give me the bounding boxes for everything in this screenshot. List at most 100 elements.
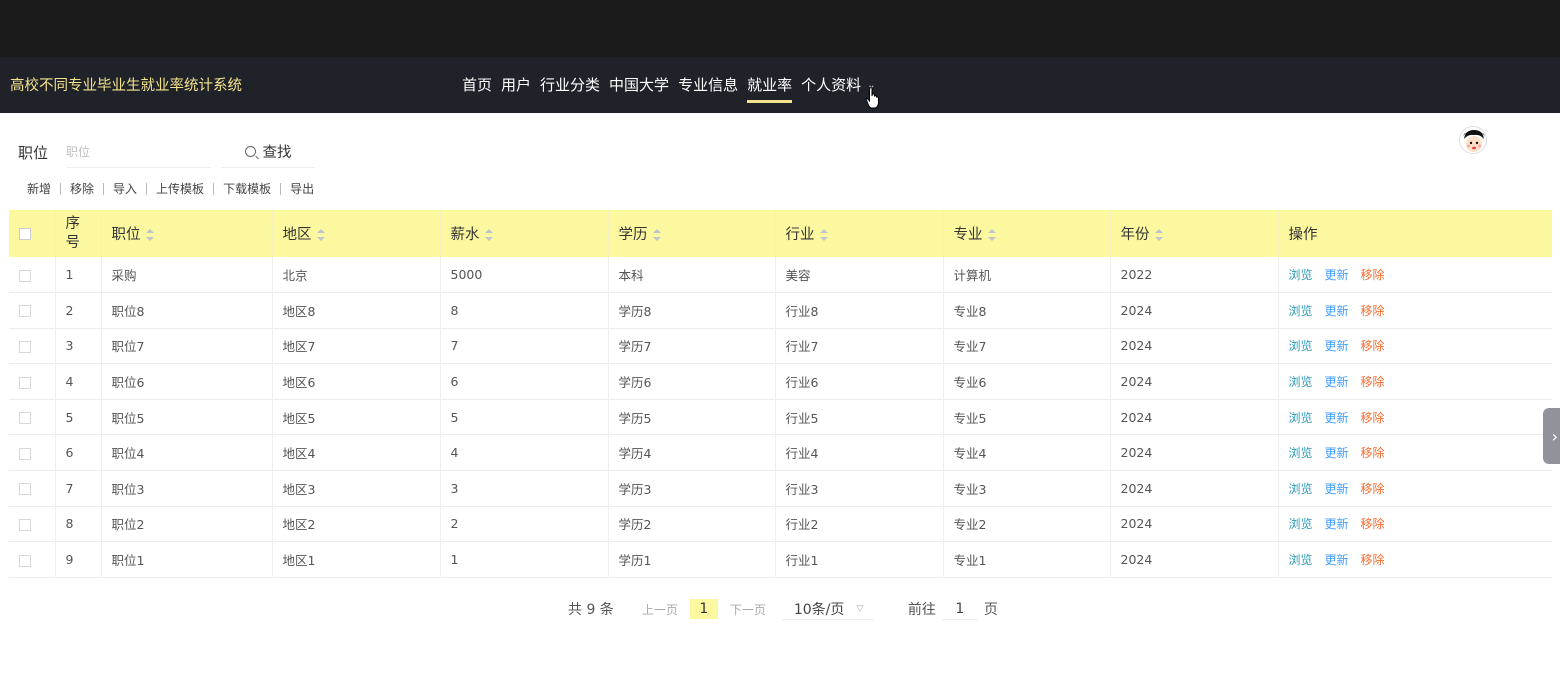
edit-button[interactable]: 更新 [1325, 304, 1349, 318]
cell-index: 7 [55, 470, 102, 507]
avatar[interactable] [1458, 126, 1487, 154]
nav-item-5[interactable]: 就业率 [747, 57, 793, 113]
cell-year: 2024 [1110, 470, 1279, 507]
nav-item-0[interactable]: 首页 [462, 57, 492, 113]
view-button[interactable]: 浏览 [1289, 517, 1313, 531]
remove-button[interactable]: 移除 [61, 180, 103, 197]
row-checkbox[interactable] [19, 376, 31, 389]
cell-year: 2024 [1110, 328, 1279, 364]
col-salary[interactable]: 薪水 [440, 210, 609, 257]
delete-button[interactable]: 移除 [1361, 446, 1385, 460]
row-checkbox[interactable] [19, 518, 31, 531]
edit-button[interactable]: 更新 [1325, 482, 1349, 496]
sort-icon[interactable] [145, 229, 154, 241]
user-menu[interactable]: admin ▼ [1458, 126, 1552, 154]
add-button[interactable]: 新增 [18, 180, 60, 197]
nav-item-1[interactable]: 用户 [501, 57, 531, 113]
row-checkbox[interactable] [19, 412, 31, 425]
cell-education: 学历1 [608, 541, 776, 578]
nav-item-3[interactable]: 中国大学 [609, 57, 669, 113]
view-button[interactable]: 浏览 [1289, 411, 1313, 425]
row-checkbox[interactable] [19, 305, 31, 318]
select-all-checkbox[interactable] [19, 227, 31, 240]
table-row[interactable]: 8 职位2 地区2 2 学历2 行业2 专业2 2024 浏览 更新 移除 [9, 506, 1552, 542]
view-button[interactable]: 浏览 [1289, 268, 1313, 282]
search-input[interactable] [66, 136, 211, 168]
nav-item-label: 行业分类 [540, 76, 601, 94]
view-button[interactable]: 浏览 [1289, 375, 1313, 389]
row-checkbox[interactable] [19, 269, 31, 282]
col-industry[interactable]: 行业 [775, 210, 944, 257]
row-checkbox[interactable] [19, 483, 31, 496]
delete-button[interactable]: 移除 [1361, 304, 1385, 318]
sort-icon[interactable] [316, 229, 325, 241]
page-size-select[interactable]: 10条/页 ▽ [781, 598, 874, 620]
table-row[interactable]: 1 采购 北京 5000 本科 美容 计算机 2022 浏览 更新 移除 [9, 257, 1552, 293]
page-number-current[interactable]: 1 [689, 599, 718, 619]
delete-button[interactable]: 移除 [1361, 339, 1385, 353]
cell-region: 地区7 [272, 328, 441, 364]
search-button[interactable]: 查找 [221, 136, 315, 168]
sort-icon[interactable] [484, 229, 493, 241]
cell-major: 专业8 [943, 292, 1111, 329]
col-major[interactable]: 专业 [943, 210, 1111, 257]
sort-icon[interactable] [987, 229, 996, 241]
cell-index: 8 [55, 506, 102, 542]
row-checkbox[interactable] [19, 447, 31, 460]
import-button[interactable]: 导入 [104, 180, 146, 197]
goto-page-input[interactable] [941, 598, 978, 620]
nav-item-4[interactable]: 专业信息 [678, 57, 738, 113]
cell-region: 地区2 [272, 506, 441, 542]
col-year-label: 年份 [1120, 227, 1150, 243]
table-row[interactable]: 3 职位7 地区7 7 学历7 行业7 专业7 2024 浏览 更新 移除 [9, 328, 1552, 364]
table-row[interactable]: 4 职位6 地区6 6 学历6 行业6 专业6 2024 浏览 更新 移除 [9, 363, 1552, 400]
view-button[interactable]: 浏览 [1289, 446, 1313, 460]
caret-down-icon[interactable]: ▼ [1544, 134, 1552, 147]
col-position[interactable]: 职位 [101, 210, 273, 257]
search-icon [244, 146, 256, 157]
download-template-button[interactable]: 下载模板 [214, 180, 280, 197]
edit-button[interactable]: 更新 [1325, 517, 1349, 531]
view-button[interactable]: 浏览 [1289, 482, 1313, 496]
row-checkbox[interactable] [19, 340, 31, 353]
export-button[interactable]: 导出 [281, 180, 323, 197]
username[interactable]: admin [1497, 133, 1538, 148]
nav-item-2[interactable]: 行业分类 [540, 57, 600, 113]
table-row[interactable]: 9 职位1 地区1 1 学历1 行业1 专业1 2024 浏览 更新 移除 [9, 541, 1552, 578]
delete-button[interactable]: 移除 [1361, 517, 1385, 531]
sort-icon[interactable] [652, 229, 661, 241]
table-row[interactable]: 7 职位3 地区3 3 学历3 行业3 专业3 2024 浏览 更新 移除 [9, 470, 1552, 507]
table-row[interactable]: 6 职位4 地区4 4 学历4 行业4 专业4 2024 浏览 更新 移除 [9, 434, 1552, 471]
sort-icon[interactable] [1154, 229, 1163, 241]
delete-button[interactable]: 移除 [1361, 375, 1385, 389]
next-page-button[interactable]: 下一页 [730, 601, 766, 618]
table-row[interactable]: 5 职位5 地区5 5 学历5 行业5 专业5 2024 浏览 更新 移除 [9, 399, 1552, 435]
edit-button[interactable]: 更新 [1325, 411, 1349, 425]
delete-button[interactable]: 移除 [1361, 482, 1385, 496]
edit-button[interactable]: 更新 [1325, 553, 1349, 567]
cell-major: 专业3 [943, 470, 1111, 507]
prev-page-button[interactable]: 上一页 [642, 601, 678, 618]
delete-button[interactable]: 移除 [1361, 411, 1385, 425]
delete-button[interactable]: 移除 [1361, 268, 1385, 282]
sort-icon[interactable] [819, 229, 828, 241]
edit-button[interactable]: 更新 [1325, 446, 1349, 460]
table-row[interactable]: 2 职位8 地区8 8 学历8 行业8 专业8 2024 浏览 更新 移除 [9, 292, 1552, 329]
side-drawer-toggle[interactable]: › [1543, 408, 1560, 464]
upload-template-button[interactable]: 上传模板 [147, 180, 213, 197]
col-education[interactable]: 学历 [608, 210, 776, 257]
view-button[interactable]: 浏览 [1289, 553, 1313, 567]
view-button[interactable]: 浏览 [1289, 339, 1313, 353]
col-region[interactable]: 地区 [272, 210, 441, 257]
edit-button[interactable]: 更新 [1325, 375, 1349, 389]
edit-button[interactable]: 更新 [1325, 339, 1349, 353]
row-checkbox[interactable] [19, 554, 31, 567]
edit-button[interactable]: 更新 [1325, 268, 1349, 282]
cell-actions: 浏览 更新 移除 [1278, 542, 1552, 578]
col-year[interactable]: 年份 [1110, 210, 1279, 257]
view-button[interactable]: 浏览 [1289, 304, 1313, 318]
nav-item-6[interactable]: 个人资料 ⌄ [801, 57, 875, 113]
cell-salary: 1 [440, 541, 609, 578]
delete-button[interactable]: 移除 [1361, 553, 1385, 567]
goto-prefix: 前往 [907, 602, 936, 618]
